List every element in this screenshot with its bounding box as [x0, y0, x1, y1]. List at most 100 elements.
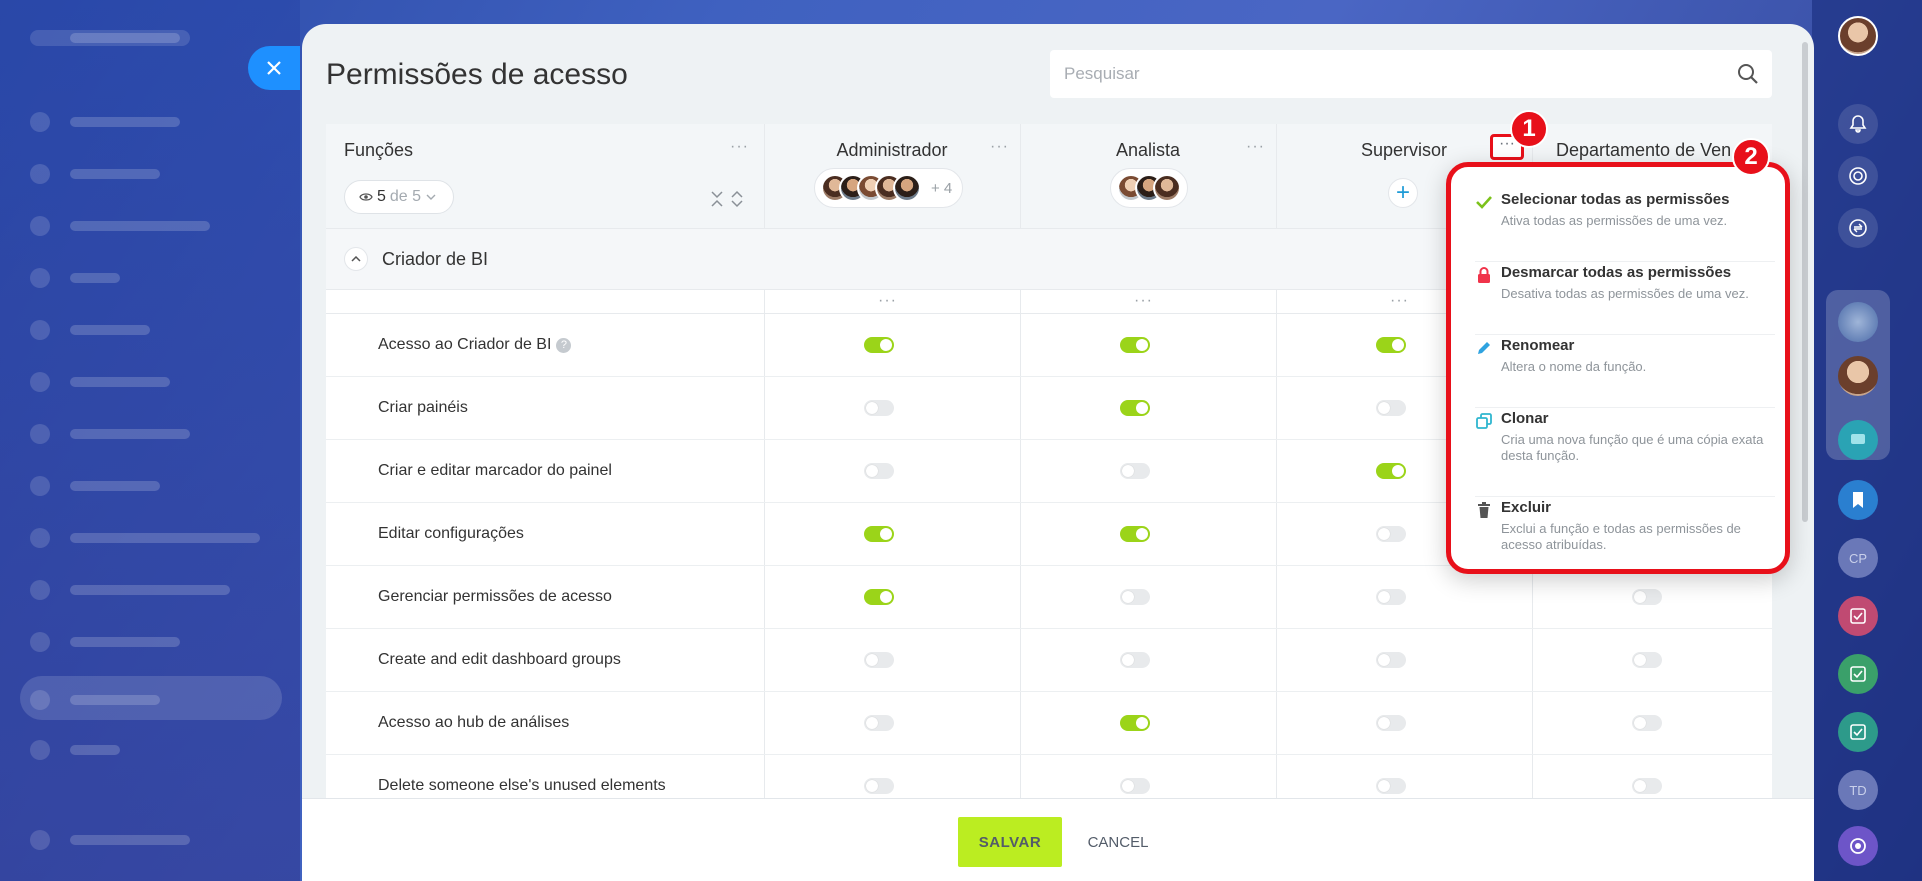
- contact-avatar[interactable]: [1838, 302, 1878, 342]
- search-icon[interactable]: [1736, 62, 1760, 86]
- more-icon[interactable]: ···: [1134, 293, 1153, 309]
- menu-item-title: Excluir: [1501, 499, 1552, 516]
- table-row: Gerenciar permissões de acesso: [326, 566, 1772, 629]
- permission-label: Delete someone else's unused elements: [378, 777, 666, 795]
- background-sidebar: [0, 0, 300, 881]
- close-icon: [267, 61, 281, 75]
- permission-label: Criar painéis: [378, 399, 468, 417]
- trash-icon: [1478, 502, 1490, 518]
- menu-item-desc: Exclui a função e todas as permissões de…: [1501, 521, 1741, 552]
- menu-item-title: Clonar: [1501, 410, 1549, 427]
- pencil-icon: [1478, 342, 1490, 354]
- background-nav-item: [30, 740, 230, 760]
- more-icon[interactable]: ···: [1390, 293, 1409, 309]
- permission-toggle[interactable]: [864, 337, 894, 353]
- permission-toggle[interactable]: [1632, 778, 1662, 794]
- permission-label-text: Criar e editar marcador do painel: [378, 462, 612, 479]
- table-row: Acesso ao hub de análises: [326, 692, 1772, 755]
- footer-bar: SALVAR CANCEL: [302, 798, 1814, 881]
- save-button[interactable]: SALVAR: [958, 817, 1062, 867]
- permission-toggle[interactable]: [1120, 652, 1150, 668]
- check-icon: [1476, 196, 1492, 209]
- search-input[interactable]: [1050, 50, 1730, 98]
- visible-roles-counter[interactable]: 5 de 5: [344, 180, 454, 214]
- sync-icon[interactable]: [1838, 208, 1878, 248]
- permission-toggle[interactable]: [1120, 715, 1150, 731]
- more-icon[interactable]: ···: [990, 139, 1009, 155]
- collapse-expand-icon[interactable]: [710, 190, 744, 208]
- permission-label-text: Criar painéis: [378, 399, 468, 416]
- menu-item-clone[interactable]: Clonar Cria uma nova função que é uma có…: [1475, 408, 1775, 497]
- permission-toggle[interactable]: [1632, 589, 1662, 605]
- bell-icon[interactable]: [1838, 104, 1878, 144]
- menu-item-select-all[interactable]: Selecionar todas as permissões Ativa tod…: [1475, 189, 1775, 262]
- permission-toggle[interactable]: [1376, 715, 1406, 731]
- callout-badge-1: 1: [1510, 110, 1548, 148]
- bookmark-icon[interactable]: [1838, 480, 1878, 520]
- permission-toggle[interactable]: [1376, 400, 1406, 416]
- permission-toggle[interactable]: [1120, 526, 1150, 542]
- role-members[interactable]: [1110, 168, 1188, 208]
- menu-item-desc: Altera o nome da função.: [1501, 359, 1647, 374]
- background-nav-item: [30, 320, 230, 340]
- chat-icon[interactable]: [1838, 420, 1878, 460]
- permission-toggle[interactable]: [864, 526, 894, 542]
- chevron-up-icon: [351, 256, 361, 262]
- role-actions-menu: Selecionar todas as permissões Ativa tod…: [1446, 162, 1790, 574]
- permission-label-text: Editar configurações: [378, 525, 524, 542]
- target-icon[interactable]: [1838, 156, 1878, 196]
- contact-avatar[interactable]: [1838, 356, 1878, 396]
- role-members[interactable]: + 4: [814, 168, 964, 208]
- permission-toggle[interactable]: [1376, 463, 1406, 479]
- more-icon[interactable]: ···: [1246, 139, 1265, 155]
- permission-label-text: Create and edit dashboard groups: [378, 651, 621, 668]
- background-nav-item: [30, 580, 230, 600]
- panel-scrollbar[interactable]: [1802, 42, 1808, 522]
- permission-toggle[interactable]: [1376, 778, 1406, 794]
- permission-toggle[interactable]: [864, 463, 894, 479]
- rail-initials-td[interactable]: TD: [1838, 770, 1878, 810]
- permission-toggle[interactable]: [864, 778, 894, 794]
- permission-toggle[interactable]: [864, 400, 894, 416]
- permission-toggle[interactable]: [864, 589, 894, 605]
- permission-toggle[interactable]: [1120, 337, 1150, 353]
- menu-item-desc: Ativa todas as permissões de uma vez.: [1501, 213, 1728, 228]
- menu-item-title: Selecionar todas as permissões: [1501, 191, 1730, 208]
- permission-toggle[interactable]: [1376, 652, 1406, 668]
- background-nav-item: [30, 830, 230, 850]
- add-member-button[interactable]: +: [1388, 178, 1418, 208]
- permission-toggle[interactable]: [1376, 337, 1406, 353]
- copilot-icon[interactable]: [1838, 826, 1878, 866]
- permission-toggle[interactable]: [1120, 463, 1150, 479]
- permission-label: Create and edit dashboard groups: [378, 651, 621, 669]
- permission-toggle[interactable]: [1632, 652, 1662, 668]
- permission-toggle[interactable]: [1376, 526, 1406, 542]
- permission-toggle[interactable]: [864, 652, 894, 668]
- role-name: Analista: [1115, 140, 1181, 160]
- menu-item-deselect-all[interactable]: Desmarcar todas as permissões Desativa t…: [1475, 262, 1775, 335]
- lock-icon: [1478, 267, 1490, 283]
- more-icon[interactable]: ···: [878, 293, 897, 309]
- page-title: Permissões de acesso: [326, 58, 628, 91]
- task-icon[interactable]: [1838, 654, 1878, 694]
- menu-item-delete[interactable]: Excluir Exclui a função e todas as permi…: [1475, 497, 1775, 569]
- help-icon[interactable]: ?: [556, 338, 572, 353]
- role-column-administrador: Administrador ··· + 4: [764, 124, 1020, 228]
- more-icon[interactable]: ···: [730, 139, 749, 155]
- section-title: Criador de BI: [382, 249, 489, 269]
- task-icon[interactable]: [1838, 596, 1878, 636]
- task-icon[interactable]: [1838, 712, 1878, 752]
- permission-toggle[interactable]: [1120, 778, 1150, 794]
- cancel-button[interactable]: CANCEL: [1078, 817, 1158, 867]
- close-button[interactable]: [248, 46, 300, 90]
- permission-toggle[interactable]: [1632, 715, 1662, 731]
- permission-toggle[interactable]: [1376, 589, 1406, 605]
- rail-initials-cp[interactable]: CP: [1838, 538, 1878, 578]
- menu-item-rename[interactable]: Renomear Altera o nome da função.: [1475, 335, 1775, 408]
- permission-toggle[interactable]: [1120, 400, 1150, 416]
- permission-toggle[interactable]: [1120, 589, 1150, 605]
- permission-label-text: Gerenciar permissões de acesso: [378, 588, 612, 605]
- permission-toggle[interactable]: [864, 715, 894, 731]
- section-collapse-button[interactable]: [344, 247, 368, 271]
- user-avatar[interactable]: [1838, 16, 1878, 56]
